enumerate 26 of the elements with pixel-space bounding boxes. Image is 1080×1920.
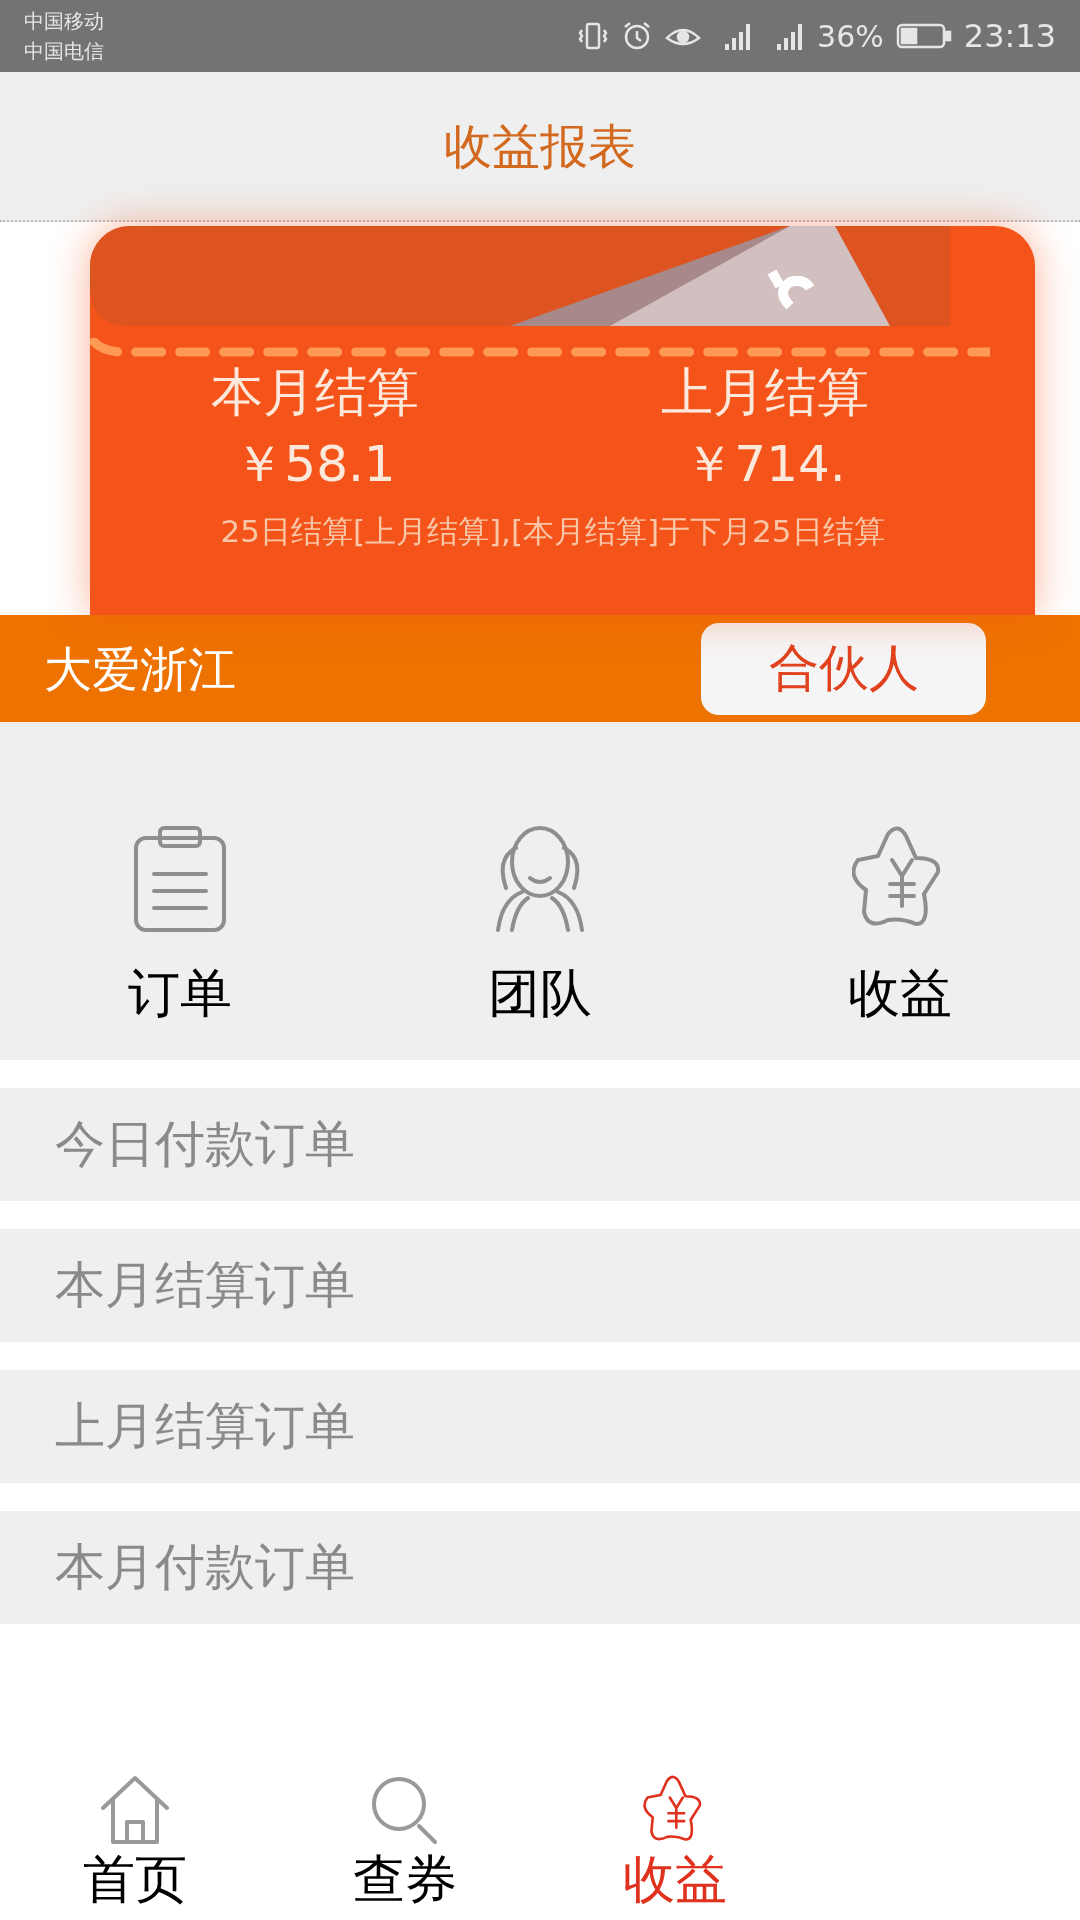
stat-value: ￥58.1 [234,434,396,495]
battery-percent: 36% [817,17,884,56]
carrier-name: 中国电信 [24,38,104,65]
home-icon [99,1774,171,1846]
stat-label: 本月结算 [211,361,419,424]
shortcut-label[interactable]: 团队 [488,954,592,1032]
shortcut-label[interactable]: 收益 [848,954,952,1032]
battery-icon [895,22,952,50]
tab-bar-item[interactable]: 首页 [0,1770,270,1912]
partner-button[interactable]: 合伙人 [701,622,986,715]
clipboard-icon [132,824,228,934]
order-list-item[interactable]: 本月结算订单 [0,1229,1080,1342]
carrier-name: 中国移动 [24,8,104,35]
tab-bar-item[interactable]: 收益 [540,1770,810,1912]
page-title: 收益报表 [444,117,636,176]
account-name: 大爱浙江 [44,639,236,699]
order-list-item[interactable]: 上月结算订单 [0,1370,1080,1483]
shortcut-label[interactable]: 订单 [128,954,232,1032]
vibrate-icon [577,20,610,52]
settlement-note: 25日结算[上月结算],[本月结算]于下月25日结算 [219,512,886,551]
stat-value: ￥714. [684,434,846,495]
stat-label: 上月结算 [661,361,869,424]
order-list-item[interactable]: 今日付款订单 [0,1088,1080,1201]
clock-time: 23:13 [963,16,1056,57]
order-list-item[interactable]: 本月付款订单 [0,1511,1080,1624]
tab-bar-item[interactable]: 查券 [270,1770,540,1912]
